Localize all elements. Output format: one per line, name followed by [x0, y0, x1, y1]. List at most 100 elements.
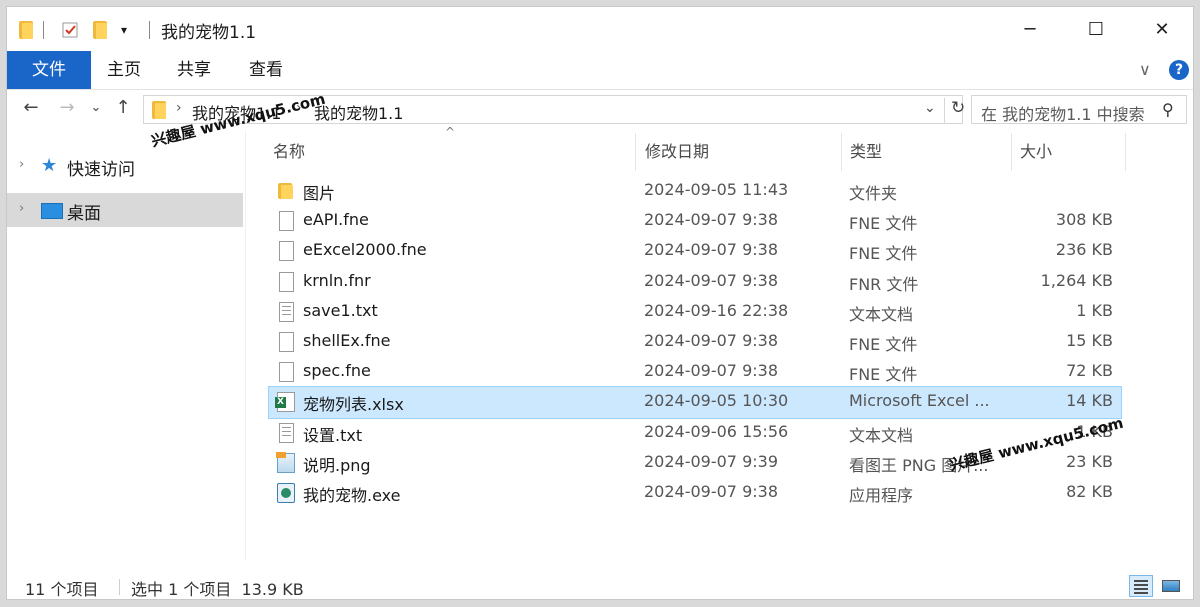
- file-date: 2024-09-07 9:38: [644, 481, 778, 501]
- search-icon: ⚲: [1162, 100, 1174, 119]
- file-row[interactable]: shellEx.fne 2024-09-07 9:38 FNE 文件 15 KB: [269, 327, 1121, 357]
- nav-item-desktop[interactable]: › 桌面: [7, 193, 243, 227]
- file-name: 设置.txt: [303, 425, 363, 445]
- close-button[interactable]: ✕: [1129, 7, 1193, 51]
- explorer-window: ▾ 我的宠物1.1 ─ ☐ ✕ 文件 主页 共享 查看 ∨ ? ← → ⌄ ↑ …: [6, 6, 1194, 600]
- file-date: 2024-09-07 9:38: [644, 270, 778, 290]
- file-size: 82 KB: [1066, 481, 1113, 501]
- file-size: 1 KB: [1076, 300, 1113, 320]
- excel-file-icon: X: [275, 392, 295, 413]
- file-name: eExcel2000.fne: [303, 240, 427, 260]
- tab-home[interactable]: 主页: [101, 51, 147, 89]
- file-row[interactable]: save1.txt 2024-09-16 22:38 文本文档 1 KB: [269, 297, 1121, 327]
- properties-icon[interactable]: [59, 19, 81, 41]
- minimize-button[interactable]: ─: [997, 7, 1063, 51]
- file-type: FNE 文件: [849, 334, 918, 354]
- details-view-icon[interactable]: [1129, 575, 1153, 597]
- column-header-name[interactable]: 名称: [273, 133, 633, 171]
- tab-share[interactable]: 共享: [171, 51, 217, 89]
- forward-button[interactable]: →: [57, 97, 77, 119]
- navigation-pane: › ★ 快速访问 › 桌面: [7, 133, 243, 561]
- file-type: 文本文档: [849, 304, 914, 324]
- file-date: 2024-09-07 9:38: [644, 210, 778, 230]
- file-icon: [279, 211, 294, 232]
- item-count: 11 个项目: [25, 580, 99, 599]
- help-icon[interactable]: ?: [1169, 60, 1189, 80]
- large-icons-view-icon[interactable]: [1159, 575, 1183, 597]
- status-bar: 11 个项目 选中 1 个项目 13.9 KB: [7, 569, 1193, 599]
- breadcrumb-item[interactable]: 我的宠物1.1: [314, 100, 403, 124]
- file-date: 2024-09-07 9:38: [644, 330, 778, 350]
- text-file-icon: [279, 422, 294, 443]
- ribbon-tabs: 文件 主页 共享 查看 ∨ ?: [7, 51, 1193, 90]
- star-icon: ★: [41, 155, 58, 176]
- window-title: 我的宠物1.1: [161, 23, 257, 43]
- toolbar-divider: [43, 21, 44, 39]
- file-date: 2024-09-07 9:39: [644, 451, 778, 471]
- file-name: 说明.png: [303, 455, 371, 475]
- file-row[interactable]: eExcel2000.fne 2024-09-07 9:38 FNE 文件 23…: [269, 236, 1121, 266]
- file-name: spec.fne: [303, 361, 371, 381]
- column-divider[interactable]: [1011, 133, 1012, 171]
- file-name: shellEx.fne: [303, 330, 391, 350]
- desktop-icon: [41, 201, 63, 219]
- nav-item-label: 快速访问: [67, 160, 135, 180]
- file-type: FNE 文件: [849, 244, 918, 264]
- folder-icon: [277, 181, 295, 201]
- file-name: 宠物列表.xlsx: [303, 395, 404, 415]
- column-divider[interactable]: [841, 133, 842, 171]
- file-icon: [279, 331, 294, 352]
- minimize-icon: ─: [1024, 18, 1036, 40]
- tab-view[interactable]: 查看: [243, 51, 289, 89]
- recent-locations-button[interactable]: ⌄: [89, 97, 103, 119]
- file-name: krnln.fnr: [303, 270, 371, 290]
- expand-ribbon-icon[interactable]: ∨: [1139, 60, 1151, 79]
- file-date: 2024-09-07 9:38: [644, 240, 778, 260]
- column-header-size[interactable]: 大小: [1020, 133, 1120, 171]
- maximize-button[interactable]: ☐: [1063, 7, 1129, 51]
- file-row-selected[interactable]: X 宠物列表.xlsx 2024-09-05 10:30 Microsoft E…: [268, 386, 1122, 419]
- column-divider[interactable]: [635, 133, 636, 171]
- refresh-icon[interactable]: ↻: [944, 98, 965, 123]
- nav-item-quick-access[interactable]: › ★ 快速访问: [7, 149, 243, 183]
- back-button[interactable]: ←: [21, 97, 41, 119]
- column-header-date[interactable]: 修改日期: [645, 133, 835, 171]
- file-row[interactable]: spec.fne 2024-09-07 9:38 FNE 文件 72 KB: [269, 357, 1121, 387]
- file-name: 我的宠物.exe: [303, 485, 401, 505]
- file-date: 2024-09-07 9:38: [644, 361, 778, 381]
- up-button[interactable]: ↑: [113, 97, 133, 119]
- text-file-icon: [279, 301, 294, 322]
- file-row[interactable]: 我的宠物.exe 2024-09-07 9:38 应用程序 82 KB: [269, 478, 1121, 508]
- search-input[interactable]: 在 我的宠物1.1 中搜索 ⚲: [971, 95, 1187, 124]
- pane-divider[interactable]: [245, 131, 246, 561]
- nav-item-label: 桌面: [67, 204, 101, 224]
- column-header-type[interactable]: 类型: [850, 133, 1000, 171]
- file-type: 文本文档: [849, 425, 914, 445]
- new-folder-icon[interactable]: [91, 19, 109, 41]
- selection-info: 选中 1 个项目 13.9 KB: [131, 580, 304, 599]
- file-date: 2024-09-16 22:38: [644, 300, 789, 320]
- file-type: Microsoft Excel ...: [849, 391, 990, 411]
- column-divider[interactable]: [1125, 133, 1126, 171]
- file-size: 23 KB: [1066, 451, 1113, 471]
- image-file-icon: [276, 451, 295, 473]
- file-size: 1,264 KB: [1040, 270, 1113, 290]
- address-dropdown-icon[interactable]: ⌄: [924, 100, 936, 116]
- file-type: FNR 文件: [849, 274, 919, 294]
- tab-file[interactable]: 文件: [7, 51, 91, 89]
- file-name: eAPI.fne: [303, 210, 369, 230]
- file-row[interactable]: 图片 2024-09-05 11:43 文件夹: [269, 176, 1121, 206]
- file-row[interactable]: eAPI.fne 2024-09-07 9:38 FNE 文件 308 KB: [269, 206, 1121, 236]
- expand-chevron-icon[interactable]: ›: [19, 157, 24, 172]
- file-date: 2024-09-05 10:30: [644, 391, 789, 411]
- expand-chevron-icon[interactable]: ›: [19, 201, 24, 216]
- file-date: 2024-09-06 15:56: [644, 421, 789, 441]
- file-row[interactable]: krnln.fnr 2024-09-07 9:38 FNR 文件 1,264 K…: [269, 267, 1121, 297]
- customize-toolbar-icon[interactable]: ▾: [117, 19, 131, 41]
- status-divider: [119, 579, 120, 595]
- file-size: 308 KB: [1055, 210, 1113, 230]
- file-type: FNE 文件: [849, 365, 918, 385]
- file-date: 2024-09-05 11:43: [644, 180, 789, 199]
- file-size: 14 KB: [1066, 391, 1113, 411]
- file-size: 72 KB: [1066, 361, 1113, 381]
